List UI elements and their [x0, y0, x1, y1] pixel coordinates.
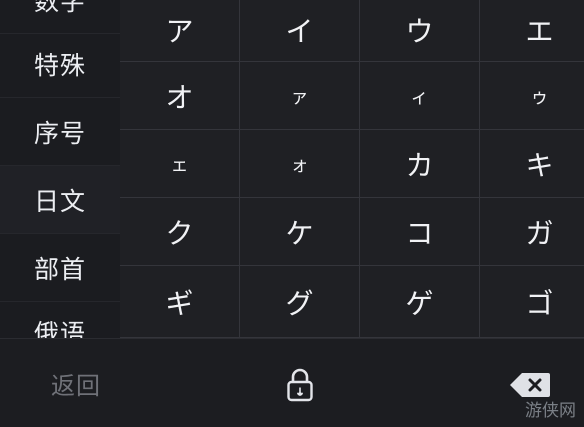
- sidebar-item-japanese[interactable]: 日文: [0, 166, 120, 234]
- key-katakana-small-o[interactable]: ォ: [240, 130, 360, 198]
- bottom-toolbar: 返回 游侠网: [0, 338, 584, 427]
- symbol-keyboard: 数字 特殊 序号 日文 部首 俄语 ア イ ウ エ オ ァ ィ ゥ ェ ォ カ …: [0, 0, 584, 427]
- sidebar-item-special[interactable]: 特殊: [0, 30, 120, 98]
- key-katakana-ga[interactable]: ガ: [480, 198, 584, 266]
- sidebar-item-label: 日文: [33, 186, 86, 216]
- sidebar-item-label: 俄语: [33, 318, 86, 339]
- key-katakana-small-u[interactable]: ゥ: [480, 62, 584, 130]
- key-katakana-o[interactable]: オ: [120, 62, 240, 130]
- key-katakana-ke[interactable]: ケ: [240, 198, 360, 266]
- key-katakana-u[interactable]: ウ: [360, 0, 480, 62]
- key-katakana-ka[interactable]: カ: [360, 130, 480, 198]
- sidebar-item-label: 特殊: [33, 50, 86, 80]
- katakana-grid: ア イ ウ エ オ ァ ィ ゥ ェ ォ カ キ ク ケ コ ガ ギ グ ゲ ゴ: [120, 0, 584, 338]
- key-katakana-gi[interactable]: ギ: [120, 266, 240, 338]
- watermark-text: 游侠网: [525, 401, 576, 421]
- key-katakana-go[interactable]: ゴ: [480, 266, 584, 338]
- key-katakana-ki[interactable]: キ: [480, 130, 584, 198]
- sidebar-item-radicals[interactable]: 部首: [0, 234, 120, 302]
- key-katakana-small-a[interactable]: ァ: [240, 62, 360, 130]
- key-katakana-a[interactable]: ア: [120, 0, 240, 62]
- sidebar-item-serial[interactable]: 序号: [0, 98, 120, 166]
- key-katakana-ko[interactable]: コ: [360, 198, 480, 266]
- key-katakana-ku[interactable]: ク: [120, 198, 240, 266]
- sidebar-item-label: 序号: [33, 118, 86, 148]
- key-katakana-small-e[interactable]: ェ: [120, 130, 240, 198]
- key-katakana-gu[interactable]: グ: [240, 266, 360, 338]
- sidebar-item-numbers[interactable]: 数字: [0, 0, 120, 34]
- lock-button[interactable]: [276, 361, 324, 409]
- lock-icon: [287, 368, 313, 402]
- key-katakana-e[interactable]: エ: [480, 0, 584, 62]
- sidebar-item-label: 部首: [33, 254, 86, 284]
- back-button[interactable]: 返回: [36, 363, 116, 403]
- category-sidebar: 数字 特殊 序号 日文 部首 俄语: [0, 0, 121, 338]
- sidebar-item-russian[interactable]: 俄语: [0, 298, 120, 339]
- key-katakana-ge[interactable]: ゲ: [360, 266, 480, 338]
- key-katakana-small-i[interactable]: ィ: [360, 62, 480, 130]
- key-katakana-i[interactable]: イ: [240, 0, 360, 62]
- sidebar-item-label: 数字: [33, 0, 86, 16]
